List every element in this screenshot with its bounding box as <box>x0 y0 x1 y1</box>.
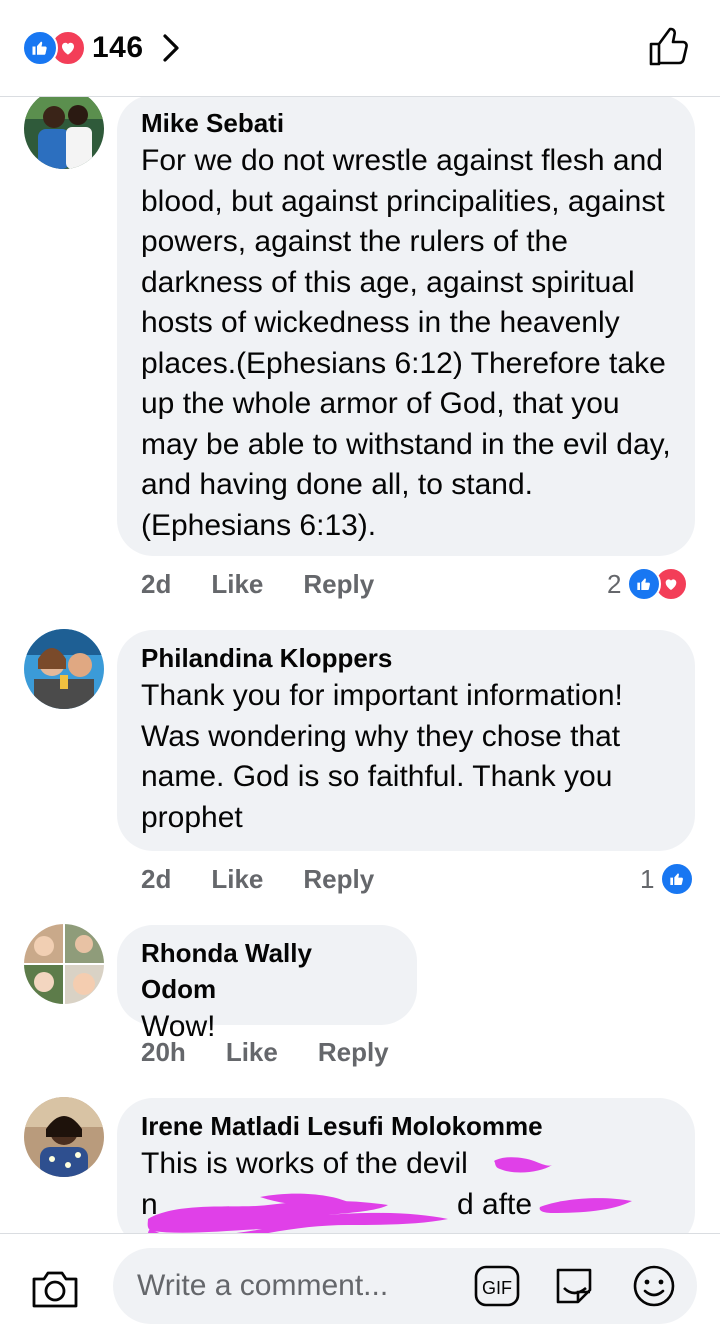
comments-list[interactable]: Mike Sebati For we do not wrestle agains… <box>0 97 720 1233</box>
comment-time: 2d <box>141 864 172 894</box>
like-button[interactable]: Like <box>226 1037 278 1068</box>
reply-button[interactable]: Reply <box>318 1037 389 1068</box>
comment-time: 2d <box>141 569 172 599</box>
comment-input-placeholder: Write a comment... <box>137 1269 389 1302</box>
comment-actions: 20h Like Reply <box>141 1037 429 1068</box>
comment-author[interactable]: Rhonda Wally Odom <box>141 935 393 1007</box>
comment-bubble[interactable]: Rhonda Wally Odom Wow! <box>117 925 417 1043</box>
reaction-count: 146 <box>92 31 144 64</box>
comment-reactions[interactable]: 2 <box>607 567 689 601</box>
reply-button[interactable]: Reply <box>303 864 374 895</box>
camera-icon[interactable] <box>30 1268 80 1315</box>
avatar[interactable] <box>24 629 104 709</box>
reply-button[interactable]: Reply <box>303 569 374 600</box>
comment-reaction-count: 2 <box>607 568 622 599</box>
avatar[interactable] <box>24 924 104 1004</box>
like-icon <box>660 862 695 896</box>
comment-bubble[interactable]: Mike Sebati For we do not wrestle agains… <box>117 97 695 556</box>
comment-actions: 2d Like Reply <box>141 569 414 600</box>
comment-actions: 2d Like Reply <box>141 864 414 895</box>
like-icon <box>627 567 662 601</box>
chevron-right-icon[interactable] <box>162 33 180 63</box>
avatar[interactable] <box>24 97 104 169</box>
comment-input[interactable]: Write a comment... GIF <box>113 1248 697 1324</box>
comment-bubble[interactable]: Philandina Kloppers Thank you for import… <box>117 630 695 851</box>
smiley-icon[interactable] <box>631 1263 677 1314</box>
comment-text: Thank you for important information! Was… <box>141 679 623 834</box>
thumbs-up-outline-icon[interactable] <box>648 26 690 73</box>
comment-composer: Write a comment... GIF <box>0 1233 720 1337</box>
comment-time: 20h <box>141 1037 186 1067</box>
like-button[interactable]: Like <box>211 864 263 895</box>
comment-author[interactable]: Philandina Kloppers <box>141 640 671 676</box>
reactions-summary[interactable]: 146 <box>22 30 180 66</box>
comment-reaction-count: 1 <box>640 863 655 894</box>
redaction-scribble <box>147 1157 632 1233</box>
comment-text: For we do not wrestle against flesh and … <box>141 144 671 542</box>
like-button[interactable]: Like <box>211 569 263 600</box>
comment-reactions[interactable]: 1 <box>640 862 695 896</box>
gif-label: GIF <box>482 1278 512 1298</box>
comment-author[interactable]: Mike Sebati <box>141 105 671 141</box>
sticker-icon[interactable] <box>550 1262 598 1315</box>
gif-button[interactable]: GIF <box>473 1264 521 1313</box>
reactions-header: 146 <box>0 0 720 97</box>
like-icon <box>22 30 58 66</box>
